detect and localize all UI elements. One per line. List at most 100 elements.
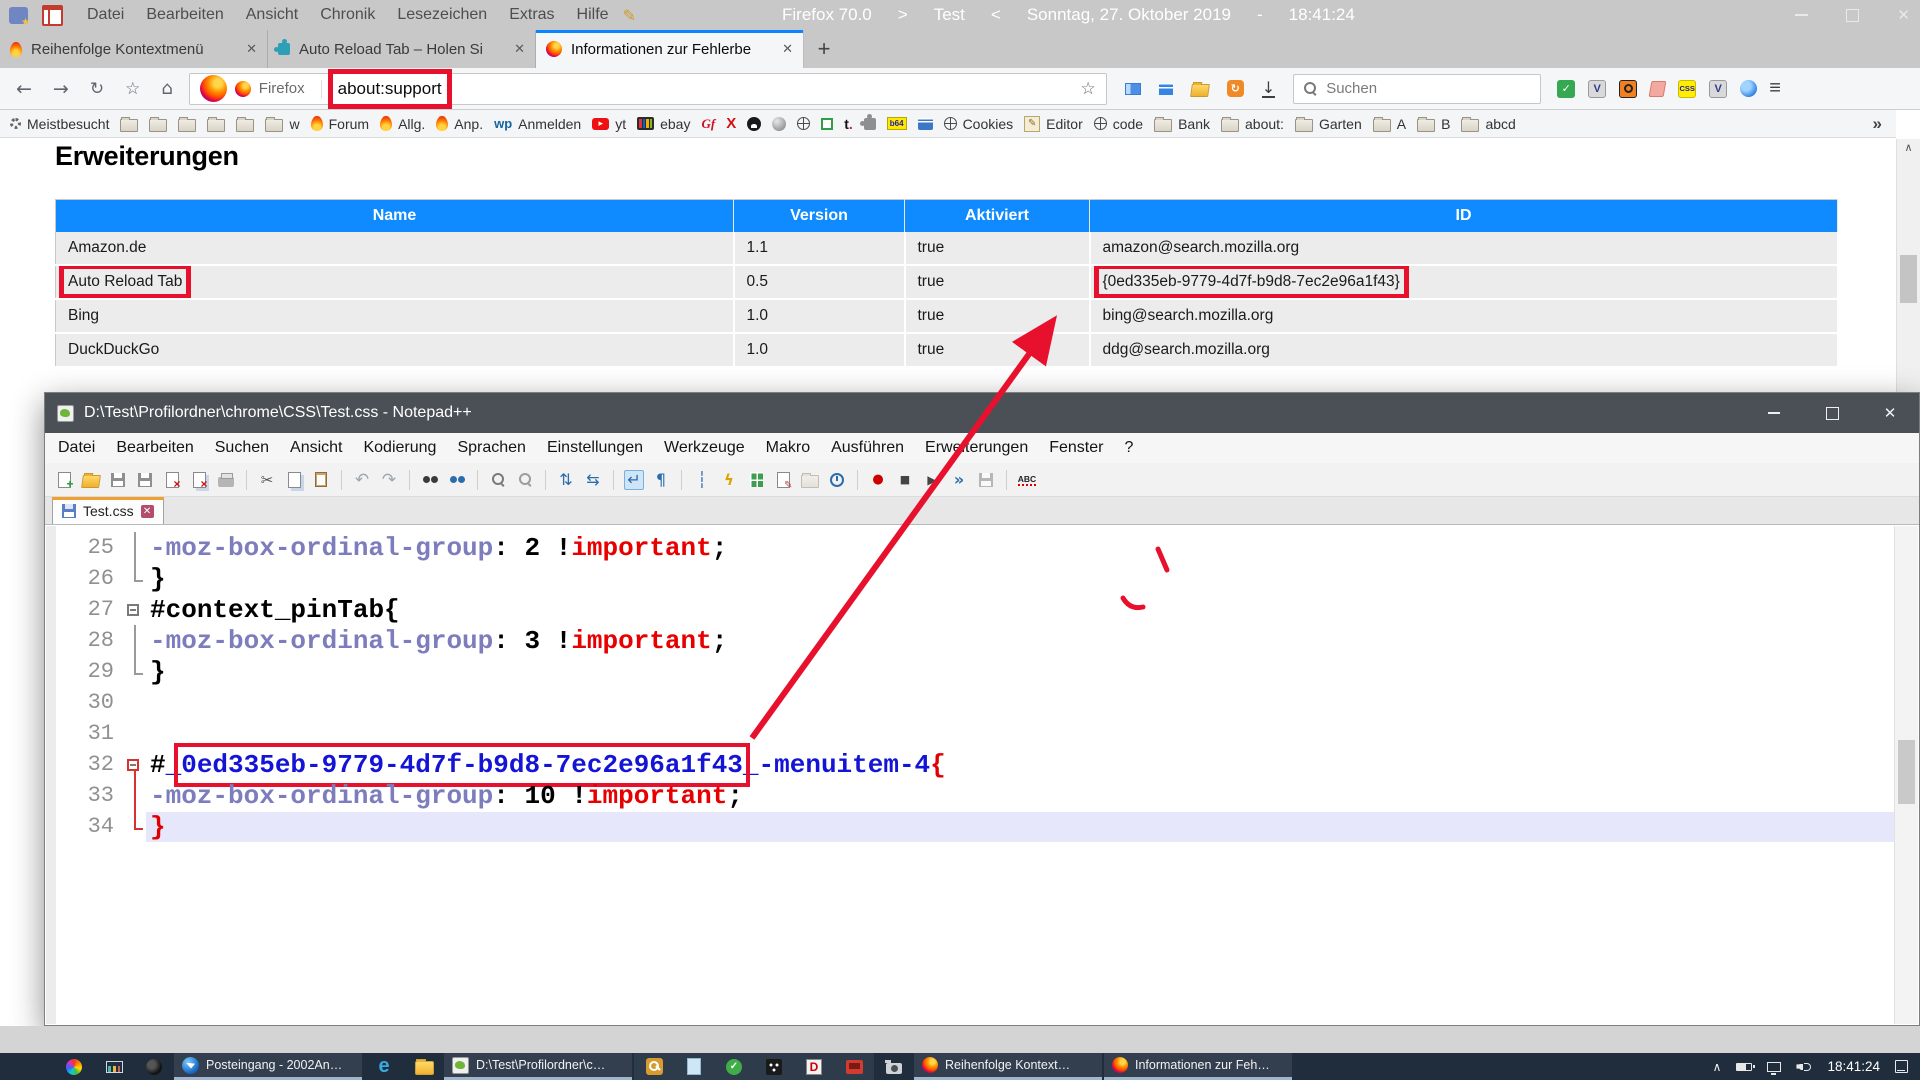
bookmark-item[interactable]: about: [1221,116,1284,132]
bookmark-icon-item[interactable] [178,116,196,132]
notepadpp-menu-item[interactable]: Einstellungen [547,439,643,457]
tb-play-multi-icon[interactable]: » [948,468,970,492]
hamburger-menu-icon[interactable]: ≡ [1769,77,1781,100]
bookmark-item[interactable]: abcd [1461,116,1515,132]
taskbar-icon-green-check[interactable]: ✓ [714,1053,754,1080]
close-icon[interactable]: ✕ [1897,6,1910,24]
bookmark-icon-item[interactable]: Gf [701,116,715,132]
taskbar-icon-edge[interactable]: e [364,1053,404,1080]
tb-doc-map-icon[interactable] [745,468,767,492]
browser-tab[interactable]: Informationen zur Fehlerbe [536,30,804,68]
grid-app-icon[interactable] [42,5,63,26]
back-icon[interactable]: ← [16,78,32,100]
titlebar-menu-item[interactable]: Bearbeiten [146,6,223,24]
bookmark-star-icon[interactable]: ☆ [1081,79,1096,99]
notepadpp-menu-item[interactable]: ? [1124,439,1133,457]
bookmark-item[interactable]: w [265,116,299,132]
restore-icon[interactable] [1846,9,1859,22]
tb-redo-icon[interactable]: ↷ [378,468,400,492]
bookmark-icon-item[interactable] [772,117,786,131]
bookmark-icon-item[interactable] [149,116,167,132]
scroll-pink-icon[interactable] [1650,81,1665,97]
search-field[interactable]: Suchen [1293,74,1541,104]
app-shortcut-icon[interactable] [9,7,28,24]
bookmark-item[interactable]: A [1373,116,1406,132]
taskbar-icon-dark-app[interactable] [754,1053,794,1080]
taskbar-button-thunderbird[interactable]: Posteingang - 2002An… [174,1053,362,1080]
sync-icon[interactable]: ↻ [1227,80,1244,97]
titlebar-menu-item[interactable]: Datei [87,6,124,24]
page-scrollbar[interactable]: ∧ [1896,139,1920,392]
checker-green-icon[interactable]: ✓ [1557,80,1575,98]
home-icon[interactable]: ⌂ [161,78,172,100]
taskbar-icon-dark-circle[interactable] [134,1053,174,1080]
css-yellow-icon[interactable]: CSS [1678,80,1696,98]
download-icon[interactable]: ↓ [1262,80,1275,98]
action-center-icon[interactable] [1895,1060,1908,1073]
bookmark-icon-item[interactable] [918,118,933,130]
tb-play-icon[interactable]: ▶ [921,468,943,492]
bookmark-icon-item[interactable] [120,116,138,132]
bookmark-item[interactable]: wpAnmelden [494,116,581,132]
fold-toggle-icon[interactable] [124,749,146,780]
reload-icon[interactable]: ↻ [90,78,104,100]
notepadpp-titlebar[interactable]: D:\Test\Profilordner\chrome\CSS\Test.css… [45,393,1919,433]
network-icon[interactable] [1767,1062,1781,1072]
notepadpp-menu-item[interactable]: Fenster [1049,439,1103,457]
notepadpp-menu-item[interactable]: Kodierung [363,439,436,457]
titlebar-menu-item[interactable]: Hilfe [577,6,609,24]
scrollbar-thumb[interactable] [1900,255,1917,303]
bookmark-icon-item[interactable] [797,117,810,130]
notepadpp-menu-item[interactable]: Erweiterungen [925,439,1028,457]
editor-scrollbar-thumb[interactable] [1898,740,1915,804]
tb-indent-guide-icon[interactable]: ┆ [691,468,713,492]
titlebar-menu-item[interactable]: Chronik [320,6,375,24]
bookmark-icon-item[interactable]: t. [844,116,853,132]
close-tab-icon[interactable]: ✕ [141,505,154,518]
tb-doc-list-icon[interactable]: ✎ [772,468,794,492]
url-bar[interactable]: Firefox about:support ☆ [189,73,1107,105]
tb-save-macro-icon[interactable] [975,468,997,492]
bookmark-item[interactable]: Anp. [436,116,483,132]
tb-zoom-out-icon[interactable] [514,468,536,492]
bookmark-icon-item[interactable] [236,116,254,132]
bookmark-icon-item[interactable] [207,116,225,132]
tb-replace-icon[interactable] [446,468,468,492]
tb-folder-dis-icon[interactable] [799,468,821,492]
tb-sync-v-icon[interactable]: ⇅ [555,468,577,492]
tb-new-icon[interactable]: + [53,468,75,492]
bookmark-item[interactable]: B [1417,116,1450,132]
tb-lightning-icon[interactable]: ϟ [718,468,740,492]
bookmark-item[interactable]: Allg. [380,116,425,132]
tb-record-icon[interactable]: ● [867,468,889,492]
bookmark-item[interactable]: code [1094,116,1143,132]
close-tab-icon[interactable] [782,41,793,57]
close-tab-icon[interactable] [514,41,525,57]
close-button[interactable]: ✕ [1861,393,1919,433]
tb-spellcheck-icon[interactable]: ABC [1016,468,1038,492]
bookmark-icon-item[interactable]: b64 [887,117,907,130]
browser-tab[interactable]: Reihenfolge Kontextmenü [0,30,268,68]
tb-sync-h-icon[interactable]: ⇆ [582,468,604,492]
new-tab-button[interactable]: + [804,30,844,68]
taskbar-icon-camera[interactable] [874,1053,914,1080]
tb-close-icon[interactable]: × [161,468,183,492]
minimize-button[interactable] [1745,393,1803,433]
bookmark-item[interactable]: ebay [637,116,690,132]
taskbar-button-notepadpp[interactable]: D:\Test\Profilordner\c… [444,1053,632,1080]
tb-cut-icon[interactable]: ✂ [256,468,278,492]
titlebar-menu-item[interactable]: Extras [509,6,554,24]
bookmark-item[interactable]: ▸yt [592,116,626,132]
notepadpp-menu-item[interactable]: Datei [58,439,95,457]
q-orange-icon[interactable] [1619,80,1637,98]
clock[interactable]: 18:41:24 [1827,1059,1880,1074]
volume-icon[interactable] [1796,1061,1812,1073]
tb-save-icon[interactable] [107,468,129,492]
tb-undo-icon[interactable]: ↶ [351,468,373,492]
bookmark-star-icon[interactable]: ☆ [125,78,140,100]
tb-open-icon[interactable] [80,468,102,492]
browser-tab[interactable]: Auto Reload Tab – Holen Si [268,30,536,68]
swirl-blue-icon[interactable] [1740,80,1757,97]
titlebar-menu-item[interactable]: Lesezeichen [397,6,487,24]
bookmark-icon-item[interactable]: X [726,115,736,132]
